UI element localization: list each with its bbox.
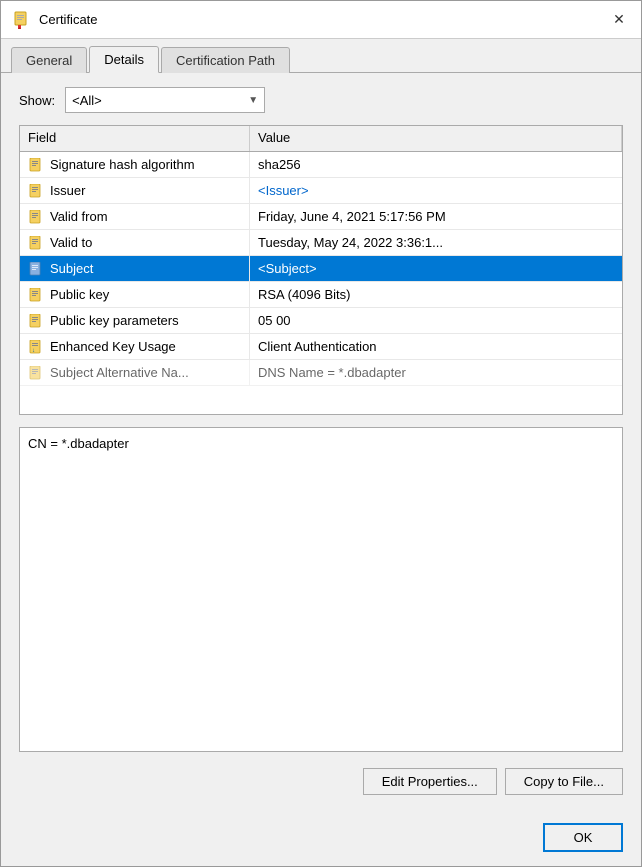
row-icon <box>28 157 44 173</box>
detail-content: CN = *.dbadapter <box>28 436 129 451</box>
table-body[interactable]: Signature hash algorithm sha256 Issuer <box>20 152 622 414</box>
table-header: Field Value <box>20 126 622 152</box>
dialog-title: Certificate <box>39 12 98 27</box>
table-row[interactable]: Public key parameters 05 00 <box>20 308 622 334</box>
row-icon <box>28 365 44 381</box>
cell-field: Signature hash algorithm <box>20 152 250 177</box>
row-icon <box>28 261 44 277</box>
cell-field: Issuer <box>20 178 250 203</box>
cell-value: Client Authentication <box>250 334 622 359</box>
cell-field: Public key <box>20 282 250 307</box>
cell-field: Subject <box>20 256 250 281</box>
tab-content: Show: <All> ▼ Field Value Signatur <box>1 73 641 813</box>
cell-field: Valid to <box>20 230 250 255</box>
svg-text:↓: ↓ <box>32 348 35 354</box>
row-icon <box>28 209 44 225</box>
certificate-dialog: Certificate ✕ General Details Certificat… <box>0 0 642 867</box>
table-row[interactable]: Valid from Friday, June 4, 2021 5:17:56 … <box>20 204 622 230</box>
cell-value: sha256 <box>250 152 622 177</box>
tab-bar: General Details Certification Path <box>1 39 641 73</box>
cell-field: ↓ Enhanced Key Usage <box>20 334 250 359</box>
detail-text-box: CN = *.dbadapter <box>19 427 623 752</box>
cell-value-link: <Issuer> <box>250 178 622 203</box>
show-row: Show: <All> ▼ <box>19 87 623 113</box>
show-label: Show: <box>19 93 55 108</box>
fields-table: Field Value Signature hash algorithm sha… <box>19 125 623 415</box>
edit-properties-button[interactable]: Edit Properties... <box>363 768 497 795</box>
cell-field: Subject Alternative Na... <box>20 360 250 385</box>
title-bar-left: Certificate <box>13 11 98 29</box>
row-icon <box>28 313 44 329</box>
certificate-icon <box>13 11 31 29</box>
table-row[interactable]: ↓ Enhanced Key Usage Client Authenticati… <box>20 334 622 360</box>
close-button[interactable]: ✕ <box>609 10 629 30</box>
cell-value: 05 00 <box>250 308 622 333</box>
table-row[interactable]: Subject Alternative Na... DNS Name = *.d… <box>20 360 622 386</box>
cell-value: Friday, June 4, 2021 5:17:56 PM <box>250 204 622 229</box>
cell-field: Valid from <box>20 204 250 229</box>
show-value: <All> <box>72 93 102 108</box>
table-row[interactable]: Public key RSA (4096 Bits) <box>20 282 622 308</box>
copy-to-file-button[interactable]: Copy to File... <box>505 768 623 795</box>
row-icon <box>28 235 44 251</box>
ok-row: OK <box>1 813 641 866</box>
cell-value: RSA (4096 Bits) <box>250 282 622 307</box>
table-row[interactable]: Signature hash algorithm sha256 <box>20 152 622 178</box>
show-dropdown[interactable]: <All> ▼ <box>65 87 265 113</box>
tab-certification-path[interactable]: Certification Path <box>161 47 290 73</box>
cell-value: <Subject> <box>250 256 622 281</box>
row-icon <box>28 183 44 199</box>
tab-details[interactable]: Details <box>89 46 159 73</box>
row-icon-download: ↓ <box>28 339 44 355</box>
ok-button[interactable]: OK <box>543 823 623 852</box>
column-field-header: Field <box>20 126 250 151</box>
cell-value: Tuesday, May 24, 2022 3:36:1... <box>250 230 622 255</box>
cell-field: Public key parameters <box>20 308 250 333</box>
title-bar: Certificate ✕ <box>1 1 641 39</box>
cell-value: DNS Name = *.dbadapter <box>250 360 622 385</box>
table-row[interactable]: Valid to Tuesday, May 24, 2022 3:36:1... <box>20 230 622 256</box>
row-icon <box>28 287 44 303</box>
dropdown-arrow-icon: ▼ <box>248 95 258 106</box>
tab-general[interactable]: General <box>11 47 87 73</box>
table-row[interactable]: Issuer <Issuer> <box>20 178 622 204</box>
table-row-selected[interactable]: Subject <Subject> <box>20 256 622 282</box>
action-buttons: Edit Properties... Copy to File... <box>19 764 623 799</box>
column-value-header: Value <box>250 126 622 151</box>
